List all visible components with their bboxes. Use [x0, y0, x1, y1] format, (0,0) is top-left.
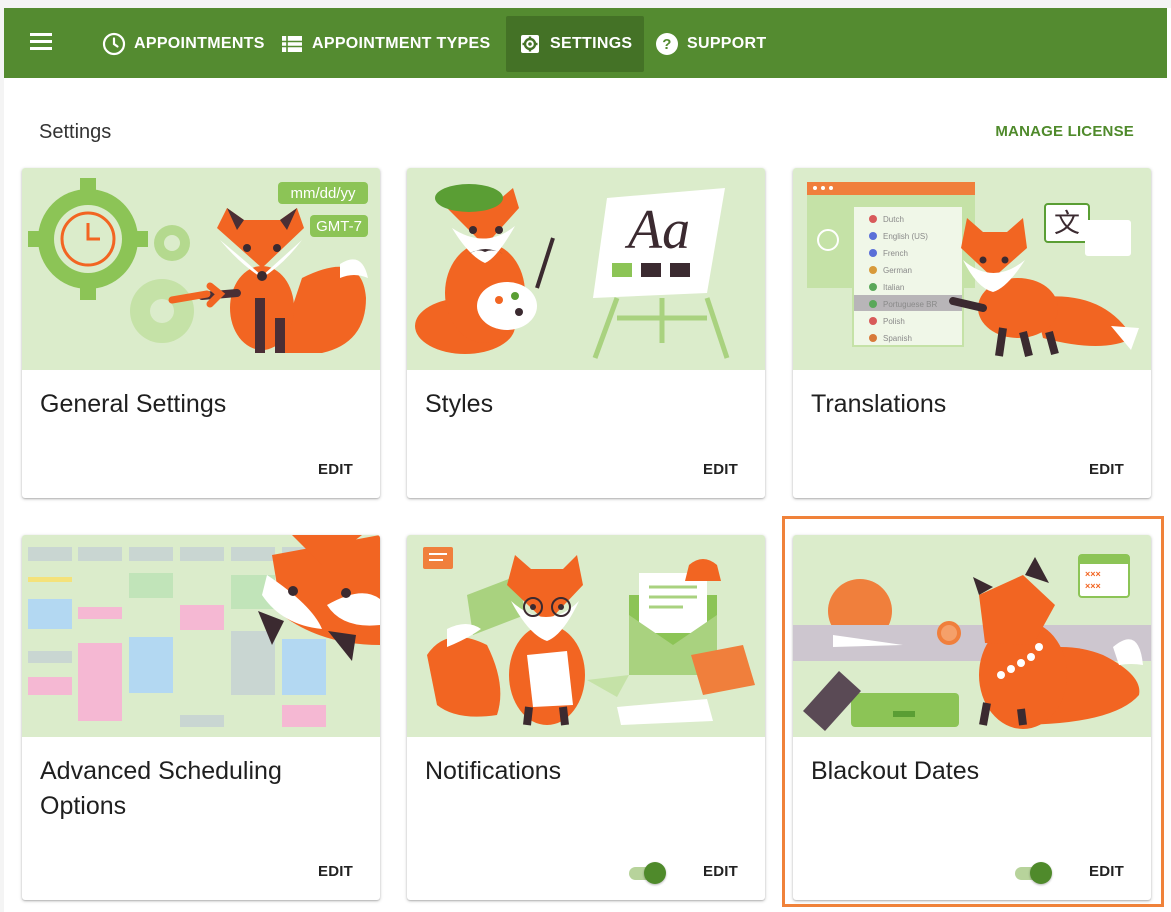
lang-option: Polish [883, 317, 905, 326]
card-title: Translations [811, 390, 947, 418]
lang-option: Italian [883, 283, 904, 292]
window-border-top [0, 0, 1171, 8]
date-format-tag: mm/dd/yy [290, 185, 356, 202]
edit-button[interactable]: EDIT [1089, 863, 1124, 880]
list-icon [280, 32, 304, 56]
nav-appointment-types-label: APPOINTMENT TYPES [312, 35, 491, 52]
blackout-dates-illustration: ××× ××× [793, 535, 1151, 737]
nav-support-label: SUPPORT [687, 35, 767, 52]
nav-appointments-label: APPOINTMENTS [134, 35, 265, 52]
lang-option: Portuguese BR [883, 300, 937, 309]
card-notifications: Notifications EDIT [407, 535, 765, 900]
lang-option: Dutch [883, 215, 904, 224]
card-title: Notifications [425, 757, 562, 785]
card-title-line2: Options [40, 792, 127, 820]
translations-illustration: Dutch English (US) French German Italian… [793, 168, 1151, 370]
manage-license-link[interactable]: MANAGE LICENSE [995, 123, 1134, 140]
general-settings-illustration: mm/dd/yy GMT-7 [22, 168, 380, 370]
lang-option: English (US) [883, 232, 928, 241]
page-title: Settings [39, 121, 112, 143]
timezone-tag: GMT-7 [316, 218, 362, 235]
nav-settings[interactable]: SETTINGS [506, 16, 645, 72]
toggle-knob [1030, 862, 1052, 884]
translate-glyph: 文 [1054, 209, 1080, 239]
app-window: APPOINTMENTS APPOINTMENT TYPES SETTINGS … [0, 0, 1171, 912]
card-styles: Aa Styles EDIT [407, 168, 765, 498]
clock-icon [102, 32, 126, 56]
edit-button[interactable]: EDIT [318, 863, 353, 880]
styles-illustration: Aa [407, 168, 765, 370]
toggle-knob [644, 862, 666, 884]
card-title: Blackout Dates [811, 757, 980, 785]
gear-icon [518, 32, 542, 56]
card-advanced-scheduling: Advanced Scheduling Options EDIT [22, 535, 380, 900]
nav-appointments[interactable]: APPOINTMENTS [90, 16, 277, 72]
lang-option: German [883, 266, 912, 275]
help-icon: ? [655, 32, 679, 56]
notifications-toggle[interactable] [627, 861, 667, 884]
svg-text:×××: ××× [1085, 581, 1101, 591]
top-nav-bar: APPOINTMENTS APPOINTMENT TYPES SETTINGS … [4, 8, 1167, 78]
nav-settings-label: SETTINGS [550, 35, 633, 52]
blackout-dates-toggle[interactable] [1013, 861, 1053, 884]
card-title: Styles [425, 390, 494, 418]
card-title-line1: Advanced Scheduling [40, 757, 282, 785]
sample-type-text: Aa [624, 199, 690, 261]
lang-option: Spanish [883, 334, 912, 343]
advanced-scheduling-illustration [22, 535, 380, 737]
nav-support[interactable]: ? SUPPORT [643, 16, 778, 72]
card-translations: Dutch English (US) French German Italian… [793, 168, 1151, 498]
card-general-settings: mm/dd/yy GMT-7 General Settings EDIT [22, 168, 380, 498]
notifications-illustration [407, 535, 765, 737]
svg-text:×××: ××× [1085, 569, 1101, 579]
edit-button[interactable]: EDIT [703, 461, 738, 478]
card-blackout-dates: ××× ××× Blackout Dates EDIT [793, 535, 1151, 900]
svg-text:?: ? [662, 36, 671, 53]
card-title: Advanced Scheduling Options [40, 754, 282, 824]
edit-button[interactable]: EDIT [703, 863, 738, 880]
edit-button[interactable]: EDIT [318, 461, 353, 478]
card-title: General Settings [40, 390, 227, 418]
window-border-left [0, 0, 4, 912]
lang-option: French [883, 249, 908, 258]
hamburger-menu-icon[interactable] [30, 33, 56, 53]
edit-button[interactable]: EDIT [1089, 461, 1124, 478]
nav-appointment-types[interactable]: APPOINTMENT TYPES [268, 16, 502, 72]
